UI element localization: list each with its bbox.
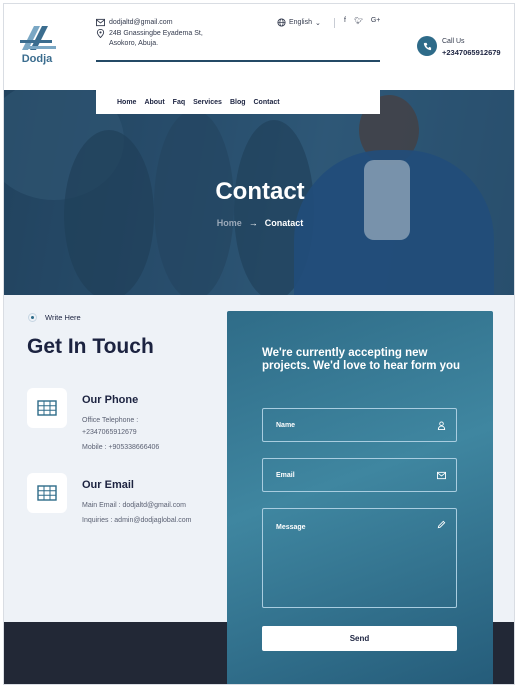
grid-icon bbox=[37, 485, 57, 501]
name-label: Name bbox=[276, 422, 296, 429]
header-email[interactable]: dodjaltd@gmail.com bbox=[96, 18, 173, 28]
call-label: Call Us bbox=[442, 38, 465, 45]
call-number[interactable]: +2347065912679 bbox=[442, 48, 501, 57]
phone-line-1: Office Telephone : bbox=[82, 417, 139, 424]
email-field[interactable]: Email bbox=[262, 458, 457, 492]
message-label: Message bbox=[276, 524, 306, 531]
send-button[interactable]: Send bbox=[262, 626, 457, 651]
arrow-right-icon: → bbox=[248, 218, 258, 228]
facebook-icon[interactable]: f bbox=[344, 17, 346, 25]
language-label: English bbox=[289, 19, 312, 26]
message-field[interactable]: Message bbox=[262, 508, 457, 608]
nav-item-home[interactable]: Home bbox=[117, 99, 136, 106]
chevron-down-icon: ⌄ bbox=[314, 19, 321, 27]
brand-logo[interactable]: Dodja bbox=[16, 24, 58, 70]
breadcrumb-current: Conatact bbox=[264, 218, 304, 228]
nav-item-services[interactable]: Services bbox=[193, 99, 222, 106]
form-heading: We're currently accepting new projects. … bbox=[262, 347, 461, 372]
email-card-icon bbox=[27, 473, 67, 513]
dot-icon bbox=[28, 313, 37, 322]
map-pin-icon bbox=[96, 29, 105, 38]
language-selector[interactable]: English ⌄ bbox=[277, 18, 321, 27]
site-header: Dodja dodjaltd@gmail.com 24B Gnassingbe … bbox=[4, 4, 514, 90]
email-line-1[interactable]: Main Email : dodjaltd@gmail.com bbox=[82, 502, 186, 509]
main-nav: Home About Faq Services Blog Contact bbox=[96, 90, 380, 114]
phone-card-icon bbox=[27, 388, 67, 428]
call-button[interactable] bbox=[417, 36, 437, 56]
divider bbox=[334, 18, 335, 28]
kicker-text: Write Here bbox=[45, 313, 81, 322]
nav-item-blog[interactable]: Blog bbox=[230, 99, 246, 106]
header-accent-bar bbox=[96, 60, 380, 62]
logo-mark-icon bbox=[20, 26, 56, 50]
email-title: Our Email bbox=[82, 479, 134, 491]
contact-form: We're currently accepting new projects. … bbox=[227, 311, 493, 684]
email-label: Email bbox=[276, 472, 295, 479]
grid-icon bbox=[37, 400, 57, 416]
phone-icon bbox=[423, 42, 431, 50]
page: Dodja dodjaltd@gmail.com 24B Gnassingbe … bbox=[3, 3, 515, 685]
email-line-2[interactable]: Inquiries : admin@dodjaglobal.com bbox=[82, 517, 191, 524]
phone-line-3[interactable]: Mobile : +905338666406 bbox=[82, 444, 159, 451]
header-address: 24B Gnassingbe Eyadema St, Asokoro, Abuj… bbox=[96, 29, 216, 49]
pencil-icon bbox=[437, 520, 446, 529]
page-hero: Contact Home → Conatact bbox=[4, 90, 514, 295]
nav-item-contact[interactable]: Contact bbox=[254, 99, 280, 106]
breadcrumb-home[interactable]: Home bbox=[217, 218, 242, 228]
nav-item-about[interactable]: About bbox=[144, 99, 164, 106]
section-kicker: Write Here bbox=[28, 313, 81, 322]
twitter-icon[interactable]: 🐦︎ bbox=[354, 17, 363, 25]
envelope-icon bbox=[437, 471, 446, 480]
phone-line-2[interactable]: +2347065912679 bbox=[82, 429, 137, 436]
globe-icon bbox=[277, 18, 286, 27]
brand-name: Dodja bbox=[21, 53, 53, 65]
page-title: Contact bbox=[215, 178, 305, 205]
header-email-text: dodjaltd@gmail.com bbox=[109, 19, 173, 26]
header-address-text: 24B Gnassingbe Eyadema St, Asokoro, Abuj… bbox=[109, 30, 203, 47]
name-field[interactable]: Name bbox=[262, 408, 457, 442]
breadcrumb: Home → Conatact bbox=[4, 218, 514, 228]
envelope-icon bbox=[96, 18, 105, 27]
social-links: f 🐦︎ G+ bbox=[344, 17, 380, 25]
nav-item-faq[interactable]: Faq bbox=[173, 99, 185, 106]
google-plus-icon[interactable]: G+ bbox=[371, 17, 381, 25]
user-icon bbox=[437, 421, 446, 430]
phone-title: Our Phone bbox=[82, 394, 139, 406]
section-title: Get In Touch bbox=[27, 335, 154, 358]
